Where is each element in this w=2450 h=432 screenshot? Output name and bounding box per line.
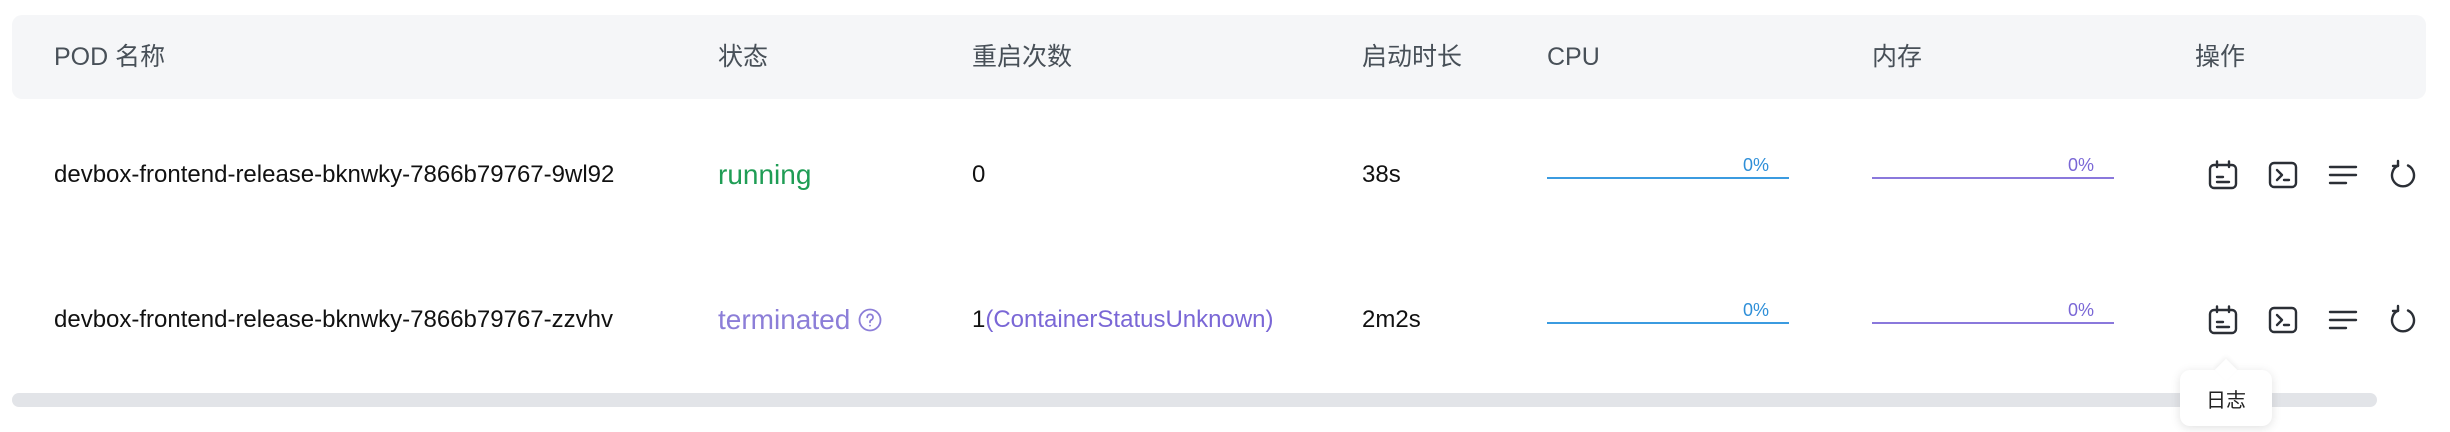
row-actions: [2205, 105, 2421, 245]
status-badge: terminated: [718, 304, 851, 335]
pod-name: devbox-frontend-release-bknwky-7866b7976…: [54, 306, 613, 333]
uptime: 38s: [1362, 161, 1401, 188]
restart-count-value: 0: [972, 161, 986, 188]
logs-icon: [2208, 305, 2238, 335]
details-button[interactable]: [2325, 157, 2361, 193]
column-header-uptime: 启动时长: [1362, 43, 1463, 71]
logs-tooltip: 日志: [2180, 370, 2272, 426]
uptime: 2m2s: [1362, 306, 1421, 333]
restart-button[interactable]: [2385, 302, 2421, 338]
table-row: devbox-frontend-release-bknwky-7866b7976…: [0, 105, 2450, 245]
terminal-button[interactable]: [2265, 302, 2301, 338]
restart-count: 1 (ContainerStatusUnknown): [972, 250, 1274, 390]
cpu-usage-label: 0%: [1742, 300, 1769, 320]
status-badge: running: [718, 159, 812, 190]
status-cell: terminated: [718, 250, 882, 390]
cpu-usage-label: 0%: [1742, 155, 1769, 175]
column-header-cpu: CPU: [1547, 43, 1600, 71]
terminal-button[interactable]: [2265, 157, 2301, 193]
memory-usage-label: 0%: [2067, 300, 2094, 320]
memory-usage-label: 0%: [2067, 155, 2094, 175]
horizontal-scrollbar[interactable]: [12, 393, 2377, 407]
column-header-memory: 内存: [1872, 43, 1923, 71]
column-header-name: POD 名称: [54, 43, 166, 71]
logs-button[interactable]: [2205, 302, 2241, 338]
restart-count: 0: [972, 105, 985, 245]
column-header-status: 状态: [718, 43, 769, 71]
pod-name: devbox-frontend-release-bknwky-7866b7976…: [54, 161, 615, 188]
details-button[interactable]: [2325, 302, 2361, 338]
column-header-restarts: 重启次数: [972, 43, 1073, 71]
memory-usage-meter: 0%: [1872, 250, 2114, 390]
cpu-usage-meter: 0%: [1547, 250, 1789, 390]
restart-reason: (ContainerStatusUnknown): [985, 306, 1274, 333]
restart-icon: [2390, 159, 2416, 188]
terminal-icon: [2268, 161, 2298, 189]
logs-button[interactable]: [2205, 157, 2241, 193]
table-row: devbox-frontend-release-bknwky-7866b7976…: [0, 250, 2450, 390]
pod-list-page: POD 名称 状态 重启次数 启动时长 CPU 内存 操作 devbox-fro…: [0, 0, 2450, 432]
question-circle-icon[interactable]: [858, 308, 882, 332]
restart-icon: [2390, 304, 2416, 333]
memory-usage-line: [1872, 177, 2114, 179]
memory-usage-meter: 0%: [1872, 105, 2114, 245]
row-actions: [2205, 250, 2421, 390]
memory-usage-line: [1872, 322, 2114, 324]
table-header: POD 名称 状态 重启次数 启动时长 CPU 内存 操作: [12, 15, 2426, 99]
terminal-icon: [2268, 306, 2298, 334]
details-icon: [2328, 310, 2358, 330]
restart-button[interactable]: [2385, 157, 2421, 193]
column-header-actions: 操作: [2195, 43, 2246, 71]
details-icon: [2328, 165, 2358, 185]
tooltip-label: 日志: [2206, 389, 2246, 412]
cpu-usage-line: [1547, 177, 1789, 179]
cpu-usage-meter: 0%: [1547, 105, 1789, 245]
restart-count-value: 1: [972, 306, 986, 333]
cpu-usage-line: [1547, 322, 1789, 324]
logs-icon: [2208, 160, 2238, 190]
